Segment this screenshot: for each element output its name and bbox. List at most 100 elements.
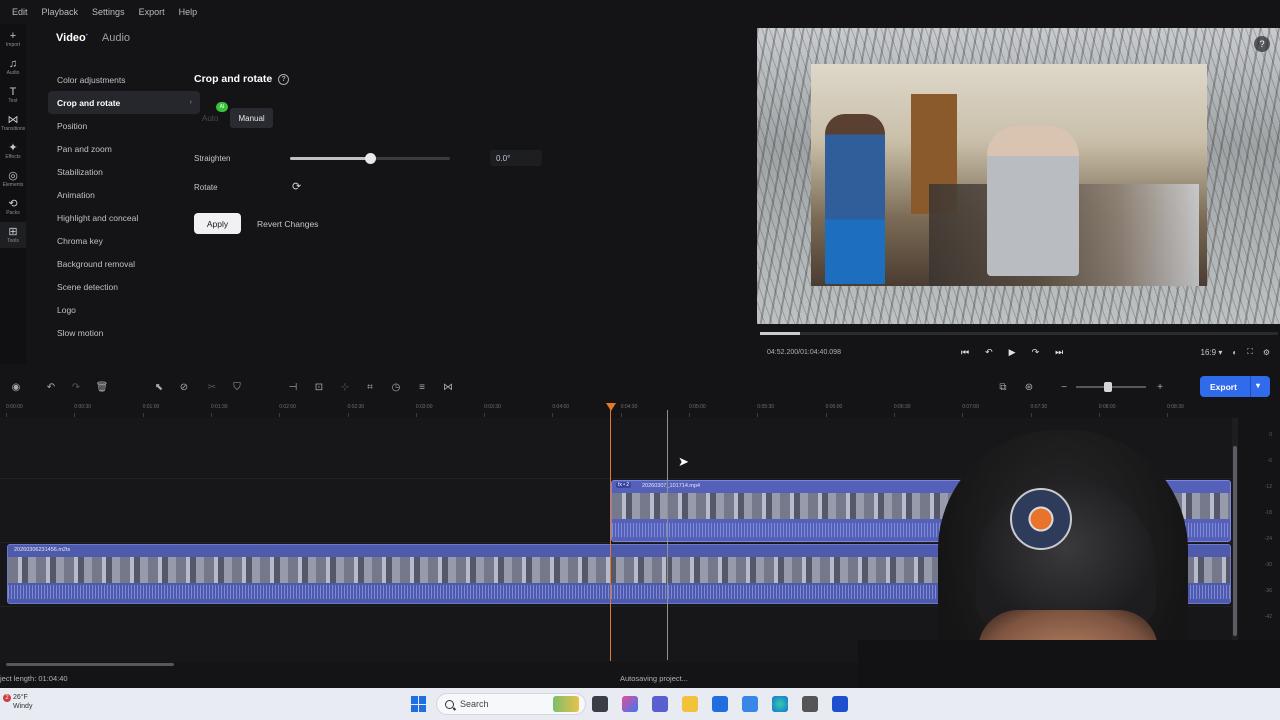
playhead-handle[interactable] [606,403,616,411]
menu-edit[interactable]: Edit [12,7,28,17]
snipping-tool-icon[interactable] [742,696,758,712]
revert-changes-button[interactable]: Revert Changes [251,213,324,234]
rail-transitions[interactable]: ⋈ Transitions [0,110,26,136]
menu-help[interactable]: Help [179,7,198,17]
category-chroma-key[interactable]: Chroma key [48,229,200,252]
start-button[interactable] [411,696,427,712]
category-crop-and-rotate[interactable]: Crop and rotate › [48,91,200,114]
category-slow-motion[interactable]: Slow motion [48,321,200,344]
rail-effects[interactable]: ✦ Effects [0,138,26,164]
rail-text[interactable]: T Text [0,82,26,108]
category-highlight-and-conceal[interactable]: Highlight and conceal [48,206,200,229]
timeline-horizontal-scrollbar[interactable] [6,663,174,666]
export-label: Export [1210,381,1237,392]
redo-icon[interactable]: ↷ [69,380,83,394]
tab-video[interactable]: Video• [56,32,88,44]
fx-badge: fx • 2 [616,482,632,488]
play-icon[interactable]: ▶ [1009,347,1016,358]
menu-export[interactable]: Export [139,7,165,17]
link-icon[interactable]: ⊛ [1022,380,1036,394]
copilot-icon[interactable] [622,696,638,712]
playhead[interactable] [610,403,611,661]
video-preview[interactable]: ? [757,28,1280,324]
freeze-icon[interactable]: ⊹ [338,380,352,394]
category-position[interactable]: Position [48,114,200,137]
step-back-icon[interactable]: ↶ [985,347,993,358]
ruler-tick: 0:03:00 [415,404,433,417]
edge-icon[interactable] [772,696,788,712]
volume-icon[interactable]: ◐ [1232,348,1237,357]
export-button[interactable]: Export ▾ [1200,376,1270,397]
ruler-tick: 0:06:00 [825,404,843,417]
marker-icon[interactable]: ⛉ [230,380,244,394]
category-pan-and-zoom[interactable]: Pan and zoom [48,137,200,160]
fullscreen-icon[interactable]: ⛶ [1247,347,1253,357]
app-icon[interactable] [802,696,818,712]
rail-audio[interactable]: ♫ Audio [0,54,26,80]
category-stabilization[interactable]: Stabilization [48,160,200,183]
category-color-adjustments[interactable]: Color adjustments [48,68,200,91]
transition-icon[interactable]: ⋈ [441,380,455,394]
zoom-slider-thumb[interactable] [1104,382,1112,392]
preview-scrub-bar[interactable] [760,332,1278,335]
menu-playback[interactable]: Playback [42,7,79,17]
timeline-ruler[interactable]: 0:00:00 0:00:30 0:01:00 0:01:30 0:02:00 0:02:… [0,400,1232,417]
zoom-in-icon[interactable]: + [1153,380,1167,394]
clip-filename: 20260307_101714.mp4 [642,483,701,489]
adjust-icon[interactable]: ≡ [415,380,429,394]
undo-icon[interactable]: ↶ [44,380,58,394]
apply-button[interactable]: Apply [194,213,241,234]
disable-icon[interactable]: ⊘ [177,380,191,394]
rail-tools[interactable]: ⊞ Tools [0,222,26,248]
ruler-tick: 0:05:00 [689,404,706,417]
snap-icon[interactable]: ⧉ [996,380,1010,394]
task-view-icon[interactable] [592,696,608,712]
menu-settings[interactable]: Settings [92,7,125,17]
record-icon[interactable]: ◉ [9,380,23,394]
rail-packs[interactable]: ⟲ Packs [0,194,26,220]
file-explorer-icon[interactable] [682,696,698,712]
split-icon[interactable]: ✂ [205,380,219,394]
preview-help-icon[interactable]: ? [1254,36,1270,52]
ruler-tick: 0:04:00 [552,404,570,417]
caption-icon[interactable]: ⊡ [312,380,326,394]
tab-audio[interactable]: Audio [102,32,130,44]
taskbar-search[interactable]: Search [436,693,586,715]
straighten-value-input[interactable]: 0.0° [490,150,542,166]
rail-elements[interactable]: ◎ Elements [0,166,26,192]
zoom-slider[interactable] [1076,382,1146,392]
rotate-label: Rotate [194,183,218,192]
category-animation[interactable]: Animation [48,183,200,206]
chevron-down-icon[interactable]: ▾ [1256,381,1260,390]
crop-icon[interactable]: ⌗ [363,380,377,394]
aspect-ratio-select[interactable]: 16:9 ▾ [1201,348,1223,357]
teams-icon[interactable] [652,696,668,712]
step-forward-icon[interactable]: ↷ [1032,347,1040,358]
store-icon[interactable] [712,696,728,712]
category-logo[interactable]: Logo [48,298,200,321]
mode-manual-button[interactable]: Manual [230,108,273,128]
straighten-slider-thumb[interactable] [365,153,376,164]
skip-forward-icon[interactable]: ⏭ [1055,347,1063,358]
speed-icon[interactable]: ◷ [389,380,403,394]
skip-back-icon[interactable]: ⏮ [961,347,969,358]
category-background-removal[interactable]: Background removal [48,252,200,275]
transitions-icon: ⋈ [7,113,19,126]
select-tool-icon[interactable]: ⬉ [152,380,166,394]
trim-icon[interactable]: ⊣ [286,380,300,394]
help-icon[interactable]: ? [278,73,290,85]
mode-auto-button[interactable]: Auto AI [194,102,228,128]
straighten-slider-fill [290,157,370,160]
app-icon[interactable] [832,696,848,712]
delete-icon[interactable]: 🗑 [95,380,109,394]
weather-widget[interactable]: 2 26°F Windy [3,693,32,711]
tools-icon: ⊞ [8,225,18,238]
category-scene-detection[interactable]: Scene detection [48,275,200,298]
property-tabs: Video• Audio [56,32,130,44]
rotate-icon[interactable]: ⟳ [292,180,301,193]
menu-bar: Edit Playback Settings Export Help [0,0,1280,24]
straighten-slider[interactable] [290,153,450,164]
rail-import[interactable]: + Import [0,26,26,52]
zoom-out-icon[interactable]: − [1057,380,1071,394]
preview-settings-icon[interactable]: ⚙ [1263,348,1270,357]
